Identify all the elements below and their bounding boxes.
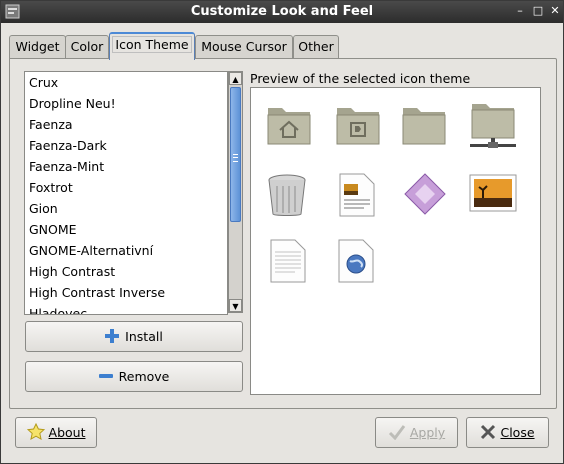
folder-icon — [402, 108, 446, 145]
list-item[interactable]: Hladovec — [25, 303, 227, 314]
remove-button[interactable]: Remove — [25, 361, 243, 392]
list-item[interactable]: High Contrast Inverse — [25, 282, 227, 303]
list-item[interactable]: Gion — [25, 198, 227, 219]
maximize-button[interactable]: □ — [531, 4, 545, 18]
text-document-icon — [270, 239, 306, 283]
image-document-icon — [339, 173, 375, 217]
network-folder-icon — [470, 104, 516, 148]
list-item[interactable]: Faenza-Mint — [25, 156, 227, 177]
close-label: Close — [500, 425, 535, 440]
remove-label: Remove — [118, 369, 170, 384]
scroll-up-arrow-icon[interactable]: ▲ — [229, 72, 242, 85]
list-item[interactable]: GNOME — [25, 219, 227, 240]
star-icon — [26, 422, 45, 440]
minimize-button[interactable]: – — [513, 4, 527, 18]
list-scrollbar[interactable]: ▲ ▼ — [228, 71, 243, 313]
about-button[interactable]: About — [15, 417, 97, 448]
close-button[interactable]: Close — [466, 417, 549, 448]
apply-label: Apply — [409, 425, 446, 440]
icon-preview-area — [250, 87, 541, 395]
vector-graphic-icon — [404, 173, 446, 215]
tab-icon-theme-label: Icon Theme — [112, 36, 192, 53]
checkmark-icon — [388, 425, 406, 441]
close-window-button[interactable]: ✕ — [548, 4, 562, 18]
icon-theme-list[interactable]: Crux Dropline Neu! Faenza Faenza-Dark Fa… — [24, 71, 228, 315]
title-bar[interactable]: Customize Look and Feel – □ ✕ — [1, 1, 563, 23]
scroll-down-arrow-icon[interactable]: ▼ — [229, 299, 242, 312]
list-item[interactable]: Faenza — [25, 114, 227, 135]
plus-icon — [105, 329, 120, 343]
list-item[interactable]: High Contrast — [25, 261, 227, 282]
window-title: Customize Look and Feel — [190, 4, 374, 19]
tab-other[interactable]: Other — [293, 35, 339, 58]
close-icon — [481, 424, 496, 440]
about-label: About — [48, 425, 86, 440]
tab-widget[interactable]: Widget — [9, 35, 66, 58]
list-item[interactable]: Crux — [25, 72, 227, 93]
list-item[interactable]: GNOME-Alternativní — [25, 240, 227, 261]
apply-button[interactable]: Apply — [375, 417, 458, 448]
folder-home-icon — [267, 108, 311, 145]
web-document-icon — [338, 239, 374, 283]
folder-documents-icon — [336, 108, 380, 145]
tab-color[interactable]: Color — [65, 35, 109, 58]
install-button[interactable]: Install — [25, 321, 243, 352]
scrollbar-thumb[interactable] — [230, 87, 241, 222]
grip-icon — [233, 154, 238, 162]
preview-label: Preview of the selected icon theme — [250, 71, 471, 86]
trash-icon — [268, 174, 306, 216]
list-item[interactable]: Foxtrot — [25, 177, 227, 198]
list-item[interactable]: Dropline Neu! — [25, 93, 227, 114]
minus-icon — [98, 374, 113, 378]
tab-mouse-cursor[interactable]: Mouse Cursor — [195, 35, 293, 58]
tab-icon-theme[interactable]: Icon Theme — [109, 32, 195, 60]
list-item[interactable]: Faenza-Dark — [25, 135, 227, 156]
install-label: Install — [125, 329, 163, 344]
photo-icon — [469, 174, 517, 212]
